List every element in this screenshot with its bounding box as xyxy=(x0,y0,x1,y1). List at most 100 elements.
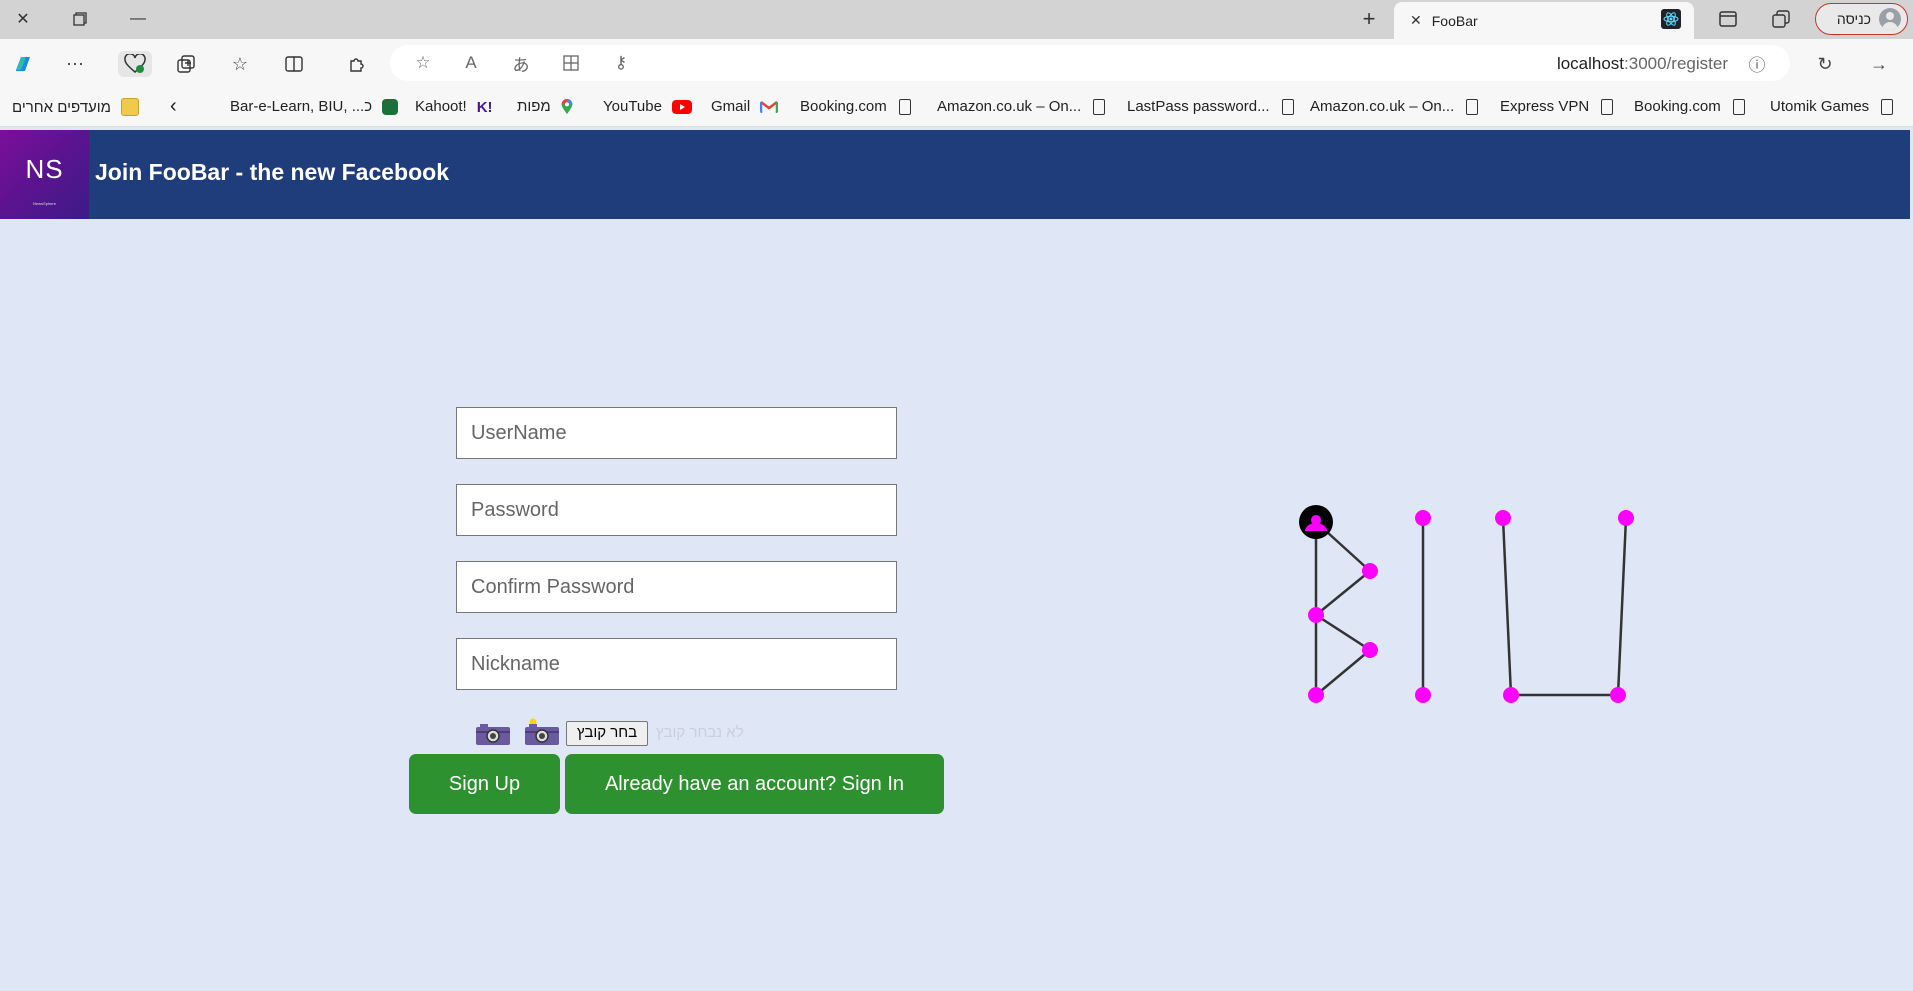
more-icon[interactable]: ⋯ xyxy=(62,51,88,77)
bookmark-label: מפות xyxy=(517,98,551,115)
logo-text: NS xyxy=(25,154,64,184)
extensions-icon[interactable] xyxy=(344,51,370,77)
profile-button[interactable]: כניסה xyxy=(1815,3,1908,35)
translate-icon[interactable]: あ xyxy=(510,52,532,75)
graph-edge xyxy=(1315,570,1371,616)
tab-close-icon[interactable]: ✕ xyxy=(1410,12,1422,29)
read-aloud-icon[interactable]: A xyxy=(460,52,482,74)
forward-icon[interactable]: → xyxy=(1866,51,1892,77)
graph-node xyxy=(1362,563,1378,579)
browser-toolbar: ⋯ ☆ ☆ A あ ⚷ localhost:3000/register ⓘ ↻ … xyxy=(0,39,1913,89)
react-devtools-icon[interactable] xyxy=(1661,9,1681,29)
moodle-icon xyxy=(382,98,399,115)
graph-node xyxy=(1618,510,1634,526)
profile-label: כניסה xyxy=(1836,11,1871,27)
bookmark-label: Gmail xyxy=(711,98,751,115)
page-icon xyxy=(898,98,911,115)
logo-subtext: NewsSphere xyxy=(33,201,56,206)
choose-file-button[interactable]: בחר קובץ xyxy=(566,721,648,746)
bookmark-bar-e-learn[interactable]: Bar-e-Learn, BIU, ...כ xyxy=(230,98,399,115)
sign-up-button[interactable]: Sign Up xyxy=(409,754,560,814)
bookmark-maps[interactable]: מפות xyxy=(517,98,575,115)
camera-flash-icon xyxy=(525,718,559,745)
graph-nodes xyxy=(1299,505,1634,703)
bookmark-youtube[interactable]: YouTube xyxy=(603,98,692,115)
bookmark-express-vpn[interactable]: Express VPN xyxy=(1500,98,1614,115)
split-screen-icon[interactable] xyxy=(281,51,307,77)
bookmark-label: Utomik Games xyxy=(1770,98,1870,115)
favorites-icon[interactable]: ☆ xyxy=(227,51,253,77)
graph-edge xyxy=(1315,613,1371,652)
bookmark-label: Booking.com xyxy=(800,98,887,115)
biu-graph-illustration xyxy=(1299,505,1634,703)
camera-icon xyxy=(476,724,510,745)
page-icon xyxy=(1881,98,1894,115)
bookmark-label: Amazon.co.uk – On... xyxy=(937,98,1082,115)
bookmark-gmail[interactable]: Gmail xyxy=(711,98,779,115)
workspaces-icon[interactable] xyxy=(1771,9,1791,29)
tab-actions-icon[interactable] xyxy=(1718,9,1738,29)
bookmark-label: Express VPN xyxy=(1500,98,1590,115)
bookmark-booking-1[interactable]: Booking.com xyxy=(800,98,911,115)
new-tab-icon[interactable]: + xyxy=(1356,6,1382,32)
graph-node xyxy=(1308,687,1324,703)
address-bar[interactable]: ☆ A あ ⚷ localhost:3000/register ⓘ xyxy=(390,45,1790,81)
page-icon xyxy=(1466,98,1479,115)
minimize-window-icon[interactable]: — xyxy=(126,8,150,30)
password-input[interactable] xyxy=(456,484,897,536)
nickname-input[interactable] xyxy=(456,638,897,690)
sign-in-button[interactable]: Already have an account? Sign In xyxy=(565,754,944,814)
bookmark-label: Booking.com xyxy=(1634,98,1721,115)
password-key-icon[interactable]: ⚷ xyxy=(610,52,632,74)
url-path: :3000/register xyxy=(1624,54,1728,73)
browser-titlebar: ✕ — + ✕ FooBar כניסה xyxy=(0,0,1913,39)
username-input[interactable] xyxy=(456,407,897,459)
graph-node xyxy=(1415,510,1431,526)
site-info-icon[interactable]: ⓘ xyxy=(1746,52,1768,75)
chevron-left-icon[interactable]: ‹ xyxy=(170,95,177,118)
maps-icon xyxy=(561,98,573,114)
youtube-icon xyxy=(671,99,692,114)
graph-edge xyxy=(1315,649,1371,696)
bookmark-utomik[interactable]: Utomik Games xyxy=(1770,98,1894,115)
bookmark-other-favorites[interactable]: מועדפים אחרים xyxy=(12,98,139,116)
kahoot-icon: K! xyxy=(476,98,493,116)
app-available-icon[interactable] xyxy=(560,52,582,74)
graph-node xyxy=(1610,687,1626,703)
bookmark-label: Bar-e-Learn, BIU, ...כ xyxy=(230,98,373,115)
url-text: localhost:3000/register xyxy=(1557,54,1728,74)
close-window-icon[interactable]: ✕ xyxy=(11,8,35,30)
bookmark-amazon-1[interactable]: Amazon.co.uk – On... xyxy=(937,98,1106,115)
graph-node xyxy=(1503,687,1519,703)
restore-window-icon[interactable] xyxy=(68,8,92,30)
bookmark-label: מועדפים אחרים xyxy=(12,98,111,116)
bookmark-label: LastPass password... xyxy=(1127,98,1270,115)
tab-title: FooBar xyxy=(1431,12,1478,29)
confirm-password-input[interactable] xyxy=(456,561,897,613)
url-host: localhost xyxy=(1556,54,1625,73)
app-header: NS NewsSphere Join FooBar - the new Face… xyxy=(0,130,1910,219)
refresh-icon[interactable]: ↻ xyxy=(1812,51,1838,77)
graph-edge xyxy=(1501,517,1513,696)
bookmark-lastpass[interactable]: LastPass password... xyxy=(1127,98,1294,115)
browser-tab[interactable]: ✕ FooBar xyxy=(1394,2,1694,39)
bookmark-label: YouTube xyxy=(603,98,662,115)
app-logo[interactable]: NS NewsSphere xyxy=(0,130,89,219)
copilot-icon[interactable] xyxy=(10,51,36,77)
bookmark-kahoot[interactable]: Kahoot! K! xyxy=(415,98,493,116)
graph-node xyxy=(1415,687,1431,703)
bookmark-booking-2[interactable]: Booking.com xyxy=(1634,98,1745,115)
favorite-star-icon[interactable]: ☆ xyxy=(412,52,434,74)
gmail-icon xyxy=(760,100,779,113)
browser-essentials-icon[interactable] xyxy=(118,51,152,77)
page-icon xyxy=(1093,98,1106,115)
no-file-chosen-text: לא נבחר קובץ xyxy=(656,724,744,741)
folder-icon xyxy=(120,98,139,116)
page-title: Join FooBar - the new Facebook xyxy=(95,159,449,185)
page-icon xyxy=(1732,98,1745,115)
bookmark-amazon-2[interactable]: Amazon.co.uk – On... xyxy=(1310,98,1479,115)
bookmark-label: Amazon.co.uk – On... xyxy=(1310,98,1455,115)
bookmark-label: Kahoot! xyxy=(415,98,467,115)
collections-icon[interactable] xyxy=(173,51,199,77)
graph-node xyxy=(1308,607,1324,623)
